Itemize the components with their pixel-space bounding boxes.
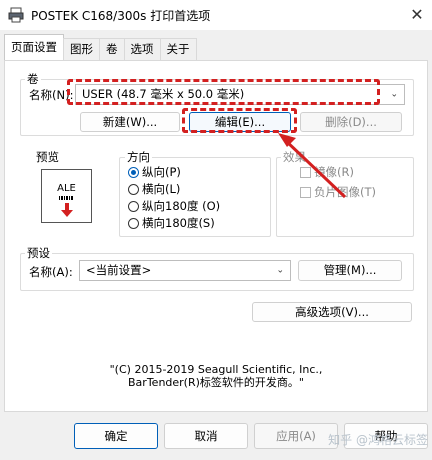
annotation-arrow-icon — [278, 133, 347, 199]
print-preferences-window: POSTEK C168/300s 打印首选项 ✕ 页面设置 图形 卷 选项 关于… — [0, 0, 432, 460]
advanced-options-button[interactable]: 高级选项(V)... — [252, 302, 412, 322]
copyright-line1: "(C) 2015-2019 Seagull Scientific, Inc., — [109, 363, 323, 376]
ok-button[interactable]: 确定 — [74, 423, 158, 449]
copyright-notice: "(C) 2015-2019 Seagull Scientific, Inc.,… — [0, 363, 432, 389]
watermark-text: 知乎 @鸿格云标签 — [328, 433, 428, 447]
cancel-button[interactable]: 取消 — [164, 423, 248, 449]
chevron-down-icon: ⌄ — [276, 265, 284, 275]
apply-button[interactable]: 应用(A) — [254, 423, 338, 449]
copyright-line2: BarTender(R)标签软件的开发商。" — [128, 376, 304, 389]
preset-select[interactable]: <当前设置> ⌄ — [79, 260, 291, 281]
preset-name-label: 名称(A): — [29, 265, 73, 279]
preset-label: 预设 — [25, 245, 52, 261]
preset-value: <当前设置> — [86, 263, 152, 277]
manage-presets-button[interactable]: 管理(M)... — [298, 260, 402, 281]
